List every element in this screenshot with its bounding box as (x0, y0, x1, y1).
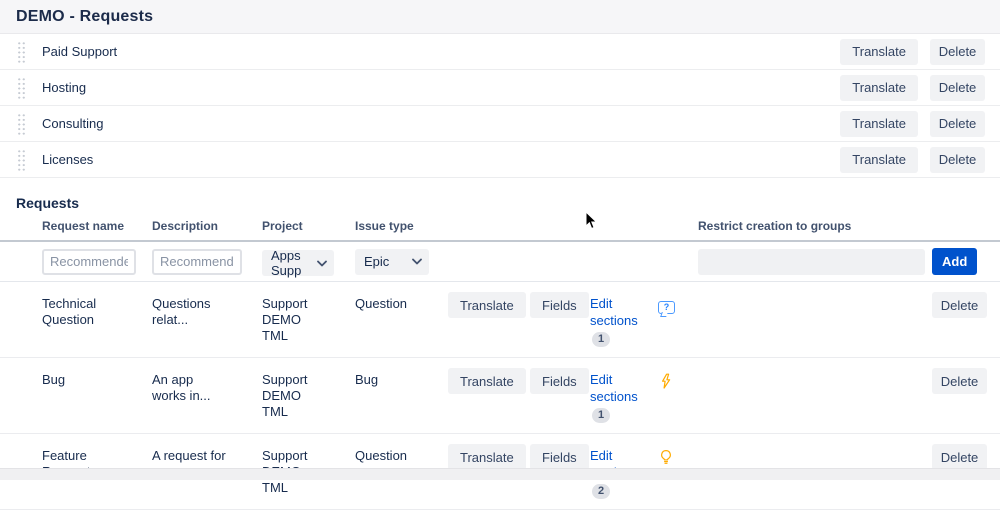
chevron-down-icon (412, 258, 422, 265)
section-name: Paid Support (42, 44, 117, 59)
page-title: DEMO - Requests (16, 8, 153, 26)
title-bar: DEMO - Requests (0, 0, 1000, 34)
project-select[interactable]: Apps Supp (262, 250, 334, 276)
sections-count-badge: 2 (592, 484, 610, 499)
chevron-down-icon (317, 260, 327, 267)
section-name: Hosting (42, 80, 86, 95)
delete-button[interactable]: Delete (932, 368, 987, 394)
request-project: Support DEMO TML (262, 296, 324, 344)
translate-button[interactable]: Translate (448, 444, 526, 470)
delete-button[interactable]: Delete (932, 444, 987, 470)
add-request-form-row: Apps Supp Epic Add (0, 242, 1000, 282)
translate-button[interactable]: Translate (840, 111, 918, 137)
project-select-value: Apps Supp (271, 248, 312, 278)
app-window: DEMO - Requests Paid Support Translate D… (0, 0, 1000, 480)
request-name-input[interactable] (42, 249, 136, 275)
section-row-licenses: Licenses Translate Delete (0, 142, 1000, 178)
section-row-hosting: Hosting Translate Delete (0, 70, 1000, 106)
fields-button[interactable]: Fields (530, 292, 589, 318)
column-header-description: Description (152, 219, 262, 233)
translate-button[interactable]: Translate (840, 39, 918, 65)
translate-button[interactable]: Translate (448, 292, 526, 318)
section-name: Licenses (42, 152, 93, 167)
request-row-bug: Bug An app works in... Support DEMO TML … (0, 358, 1000, 434)
request-name: Bug (42, 372, 116, 388)
lightbulb-icon (658, 449, 674, 466)
request-name: Technical Question (42, 296, 116, 328)
request-issue-type: Bug (355, 372, 378, 387)
drag-handle-icon[interactable] (16, 40, 25, 63)
delete-button[interactable]: Delete (930, 111, 985, 137)
request-project: Support DEMO TML (262, 372, 324, 420)
column-header-project: Project (262, 219, 355, 233)
delete-button[interactable]: Delete (930, 39, 985, 65)
delete-button[interactable]: Delete (930, 75, 985, 101)
column-header-request-name: Request name (42, 219, 152, 233)
request-issue-type: Question (355, 448, 407, 463)
bottom-scroll-strip (0, 468, 1000, 480)
fields-button[interactable]: Fields (530, 368, 589, 394)
sections-count-badge: 1 (592, 408, 610, 423)
translate-button[interactable]: Translate (840, 147, 918, 173)
delete-button[interactable]: Delete (930, 147, 985, 173)
drag-handle-icon[interactable] (16, 76, 25, 99)
section-name: Consulting (42, 116, 103, 131)
drag-handle-icon[interactable] (16, 112, 25, 135)
question-bubble-icon: ? (658, 301, 675, 314)
edit-sections-link[interactable]: Edit sections (590, 368, 644, 405)
lightning-bolt-icon (658, 373, 674, 390)
request-issue-type: Question (355, 296, 407, 311)
fields-button[interactable]: Fields (530, 444, 589, 470)
requests-heading: Requests (16, 195, 1000, 211)
issue-type-select[interactable]: Epic (355, 249, 429, 275)
drag-handle-icon[interactable] (16, 148, 25, 171)
add-button[interactable]: Add (932, 248, 977, 275)
section-row-consulting: Consulting Translate Delete (0, 106, 1000, 142)
request-row-technical-question: Technical Question Questions relat... Su… (0, 282, 1000, 358)
section-row-paid-support: Paid Support Translate Delete (0, 34, 1000, 70)
request-description: Questions relat... (152, 296, 226, 328)
column-header-restrict-groups: Restrict creation to groups (698, 219, 932, 233)
table-header-row: Request name Description Project Issue t… (0, 219, 1000, 242)
sections-list: Paid Support Translate Delete Hosting Tr… (0, 34, 1000, 178)
issue-type-select-value: Epic (364, 254, 389, 269)
translate-button[interactable]: Translate (448, 368, 526, 394)
column-header-issue-type: Issue type (355, 219, 448, 233)
request-description: An app works in... (152, 372, 226, 404)
description-input[interactable] (152, 249, 242, 275)
sections-count-badge: 1 (592, 332, 610, 347)
translate-button[interactable]: Translate (840, 75, 918, 101)
edit-sections-link[interactable]: Edit sections (590, 292, 644, 329)
delete-button[interactable]: Delete (932, 292, 987, 318)
restrict-groups-input[interactable] (698, 249, 925, 275)
